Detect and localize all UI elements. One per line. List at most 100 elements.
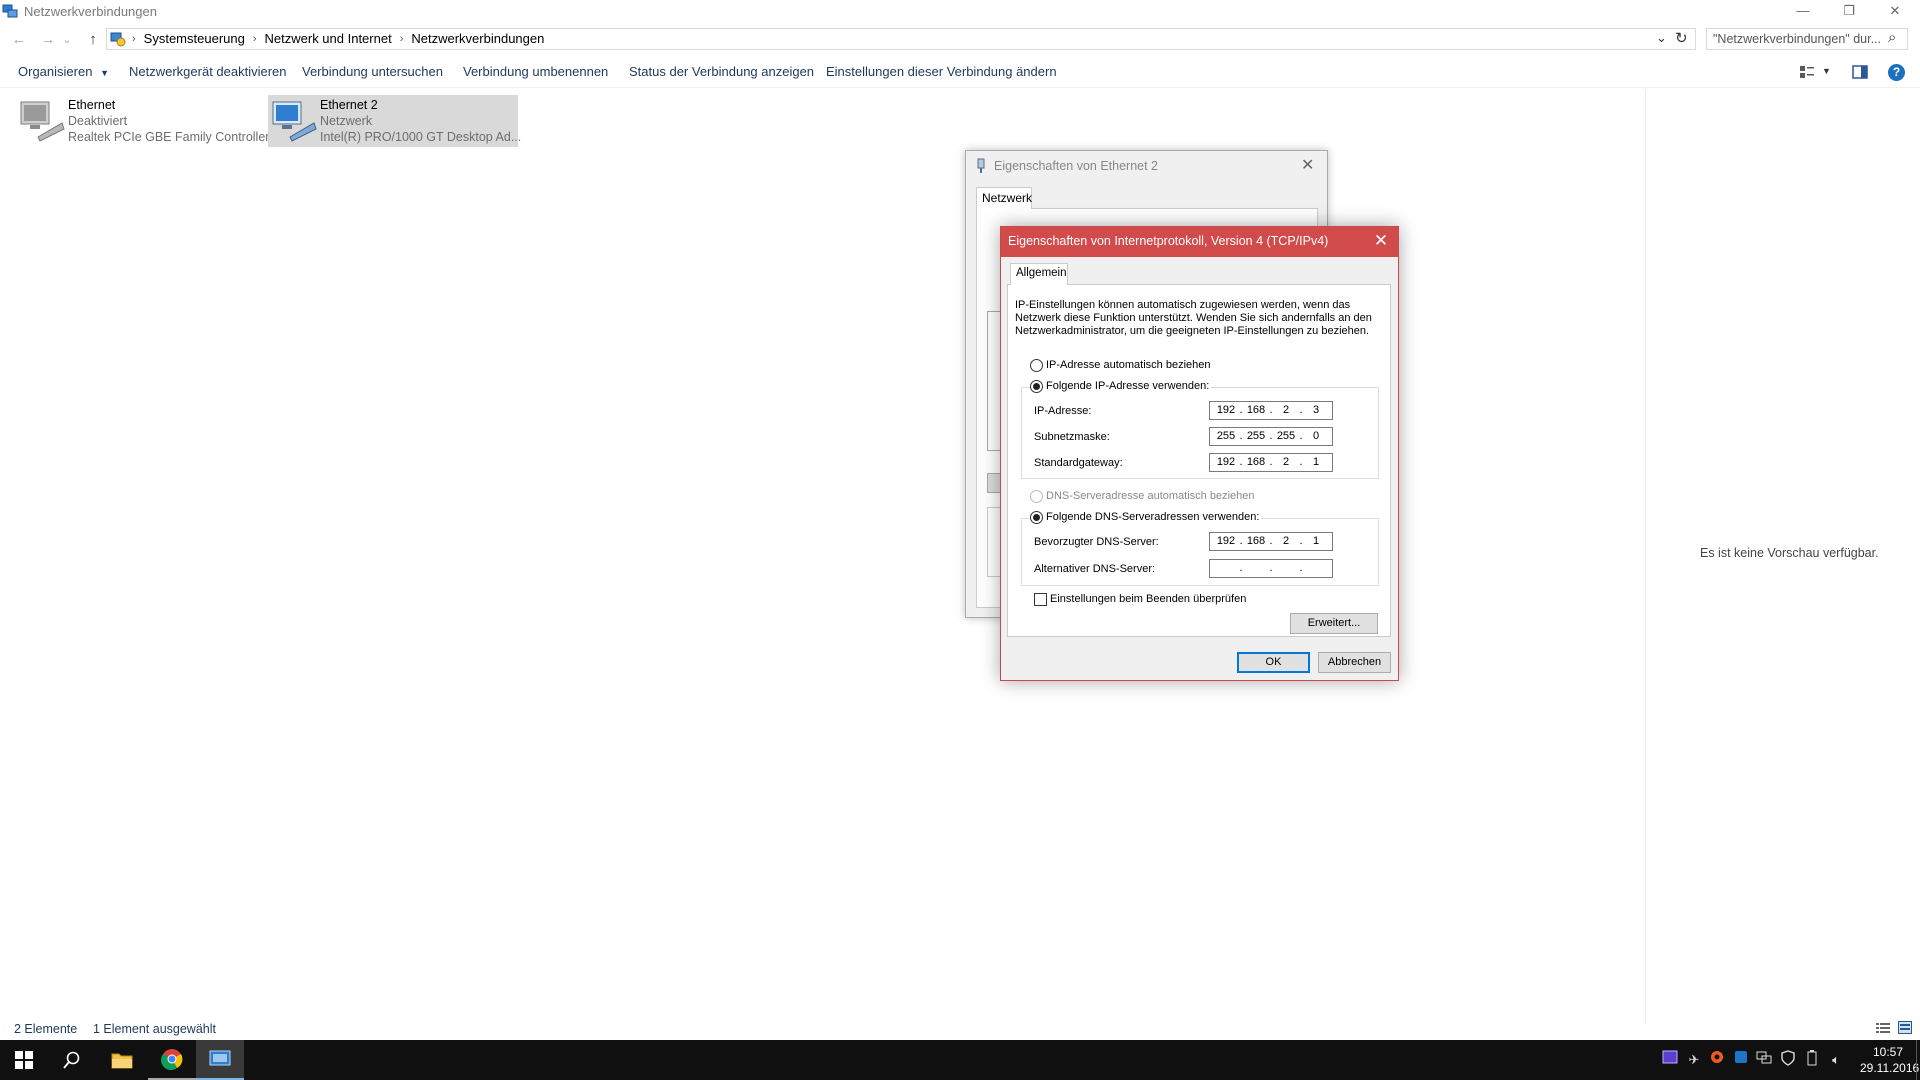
subnet-octet-2[interactable]: 255 xyxy=(1244,430,1268,442)
restore-button[interactable]: ❐ xyxy=(1826,0,1872,24)
connection-state: Netzwerk xyxy=(320,114,373,128)
ip-octet-4[interactable]: 3 xyxy=(1304,404,1328,416)
taskbar-chrome[interactable] xyxy=(148,1040,196,1080)
connection-device: Intel(R) PRO/1000 GT Desktop Ad... xyxy=(320,130,522,144)
breadcrumb-netzwerk-und-internet[interactable]: Netzwerk und Internet xyxy=(265,31,392,46)
ip-manual-radio[interactable] xyxy=(1030,380,1043,393)
start-button[interactable] xyxy=(0,1040,48,1080)
dns-preferred-octet-2[interactable]: 168 xyxy=(1244,535,1268,547)
address-dropdown-icon[interactable]: ⌄ xyxy=(1656,30,1667,46)
gateway-octet-1[interactable]: 192 xyxy=(1214,456,1238,468)
help-icon[interactable]: ? xyxy=(1888,64,1905,81)
connection-item-ethernet[interactable]: Ethernet Deaktiviert Realtek PCIe GBE Fa… xyxy=(16,95,269,147)
clock-date: 29.11.2016 xyxy=(1860,1061,1920,1075)
ip-address-field[interactable]: 192 . 168 . 2 . 3 xyxy=(1209,401,1333,420)
connection-status-button[interactable]: Status der Verbindung anzeigen xyxy=(629,64,814,79)
minimize-button[interactable]: — xyxy=(1780,0,1826,24)
preview-pane-icon[interactable] xyxy=(1852,65,1868,79)
gateway-octet-2[interactable]: 168 xyxy=(1244,456,1268,468)
gateway-octet-3[interactable]: 2 xyxy=(1274,456,1298,468)
tray-battery-icon[interactable] xyxy=(1802,1050,1822,1070)
ip-auto-label[interactable]: IP-Adresse automatisch beziehen xyxy=(1046,359,1210,371)
close-icon[interactable]: ✕ xyxy=(1369,231,1393,253)
dns-preferred-octet-4[interactable]: 1 xyxy=(1304,535,1328,547)
ip-octet-2[interactable]: 168 xyxy=(1244,404,1268,416)
taskbar-search-button[interactable] xyxy=(48,1040,96,1080)
octet-dot: . xyxy=(1299,562,1303,574)
taskbar-file-explorer[interactable] xyxy=(98,1040,146,1080)
breadcrumb-netzwerkverbindungen[interactable]: Netzwerkverbindungen xyxy=(411,31,544,46)
organize-menu[interactable]: Organisieren ▼ xyxy=(18,64,109,79)
dns-alternate-field[interactable]: . . . xyxy=(1209,559,1333,578)
tray-network-icon[interactable] xyxy=(1754,1050,1774,1070)
cancel-button[interactable]: Abbrechen xyxy=(1318,652,1391,673)
ip-manual-label[interactable]: Folgende IP-Adresse verwenden: xyxy=(1044,380,1212,392)
tab-netzwerk[interactable]: Netzwerk xyxy=(976,187,1032,209)
tray-teamviewer-icon[interactable] xyxy=(1731,1050,1751,1070)
dns-auto-radio[interactable] xyxy=(1030,490,1043,503)
tab-allgemein[interactable]: Allgemein xyxy=(1010,263,1068,285)
ipv4-properties-dialog: Eigenschaften von Internetprotokoll, Ver… xyxy=(1000,226,1399,681)
ip-octet-3[interactable]: 2 xyxy=(1274,404,1298,416)
close-icon[interactable]: ✕ xyxy=(1301,155,1314,175)
network-connections-icon xyxy=(209,1050,231,1066)
taskbar-network-connections[interactable] xyxy=(196,1040,244,1080)
ip-octet-1[interactable]: 192 xyxy=(1214,404,1238,416)
tiles-view-icon[interactable] xyxy=(1898,1021,1912,1034)
subnet-octet-1[interactable]: 255 xyxy=(1214,430,1238,442)
details-view-icon[interactable] xyxy=(1876,1022,1890,1034)
validate-on-exit-label[interactable]: Einstellungen beim Beenden überprüfen xyxy=(1050,593,1246,605)
refresh-icon[interactable]: ↻ xyxy=(1675,29,1688,47)
search-icon[interactable]: ⌕ xyxy=(1888,29,1896,46)
subnet-label: Subnetzmaske: xyxy=(1034,431,1110,443)
ip-auto-radio[interactable] xyxy=(1030,359,1043,372)
breadcrumb: › Systemsteuerung › Netzwerk und Interne… xyxy=(132,31,544,46)
advanced-button[interactable]: Erweitert... xyxy=(1290,613,1378,634)
view-dropdown-icon[interactable]: ▼ xyxy=(1822,66,1831,76)
subnet-octet-4[interactable]: 0 xyxy=(1304,430,1328,442)
tray-volume-icon[interactable]: 🔈︎ xyxy=(1826,1050,1846,1070)
forward-button[interactable]: → xyxy=(37,30,59,50)
gateway-octet-4[interactable]: 1 xyxy=(1304,456,1328,468)
taskbar-clock[interactable]: 10:57 29.11.2016 xyxy=(1860,1044,1920,1076)
preview-divider[interactable] xyxy=(1645,90,1646,1024)
chrome-icon xyxy=(161,1049,183,1070)
taskbar xyxy=(0,1040,1920,1080)
dns-manual-radio[interactable] xyxy=(1030,511,1043,524)
subnet-octet-3[interactable]: 255 xyxy=(1274,430,1298,442)
dns-auto-label[interactable]: DNS-Serveradresse automatisch beziehen xyxy=(1046,490,1255,502)
ok-button[interactable]: OK xyxy=(1237,652,1310,673)
rename-connection-button[interactable]: Verbindung umbenennen xyxy=(463,64,608,79)
show-desktop-button[interactable] xyxy=(1916,1040,1920,1080)
search-icon xyxy=(63,1051,80,1069)
dns-manual-label[interactable]: Folgende DNS-Serveradressen verwenden: xyxy=(1044,511,1262,523)
connection-device: Realtek PCIe GBE Family Controller xyxy=(68,130,270,144)
diagnose-connection-button[interactable]: Verbindung untersuchen xyxy=(302,64,443,79)
change-connection-settings-button[interactable]: Einstellungen dieser Verbindung ändern xyxy=(826,64,1057,79)
close-window-button[interactable]: ✕ xyxy=(1872,0,1918,24)
tray-defender-icon[interactable] xyxy=(1778,1050,1798,1070)
network-connections-app-icon xyxy=(2,4,18,18)
dns-preferred-octet-1[interactable]: 192 xyxy=(1214,535,1238,547)
dns-alternate-label: Alternativer DNS-Server: xyxy=(1034,563,1156,575)
view-options-icon[interactable] xyxy=(1799,65,1815,79)
connection-name: Ethernet 2 xyxy=(320,98,378,112)
octet-dot: . xyxy=(1239,562,1243,574)
recent-locations-button[interactable]: ⌄ xyxy=(60,30,74,50)
connection-item-ethernet-2[interactable]: Ethernet 2 Netzwerk Intel(R) PRO/1000 GT… xyxy=(268,95,522,147)
windows-logo-icon xyxy=(15,1051,33,1069)
tray-app-icon[interactable] xyxy=(1660,1050,1680,1070)
subnet-field[interactable]: 255 . 255 . 255 . 0 xyxy=(1209,427,1333,446)
breadcrumb-systemsteuerung[interactable]: Systemsteuerung xyxy=(144,31,245,46)
search-input[interactable]: "Netzwerkverbindungen" dur... xyxy=(1706,28,1908,50)
disable-device-button[interactable]: Netzwerkgerät deaktivieren xyxy=(129,64,287,79)
validate-on-exit-checkbox[interactable] xyxy=(1034,593,1047,606)
title-bar xyxy=(0,0,1920,24)
dns-preferred-octet-3[interactable]: 2 xyxy=(1274,535,1298,547)
back-button[interactable]: ← xyxy=(8,30,30,50)
tray-airplane-icon[interactable]: ✈ xyxy=(1684,1050,1704,1070)
up-button[interactable]: ↑ xyxy=(82,30,104,50)
gateway-field[interactable]: 192 . 168 . 2 . 1 xyxy=(1209,453,1333,472)
tray-security-icon[interactable] xyxy=(1707,1050,1727,1070)
dns-preferred-field[interactable]: 192 . 168 . 2 . 1 xyxy=(1209,532,1333,551)
